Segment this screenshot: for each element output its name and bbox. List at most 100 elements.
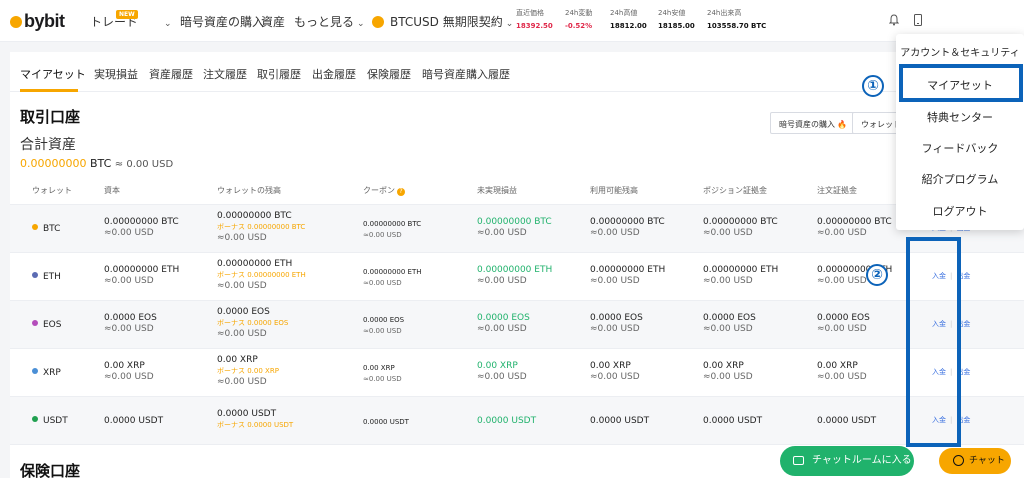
tab-order-history[interactable]: 注文履歴 — [203, 66, 247, 82]
menu-feedback[interactable]: フィードバック — [896, 140, 1024, 156]
info-icon[interactable]: ? — [397, 188, 405, 196]
upnl-usd: ≈0.00 USD — [477, 372, 527, 382]
new-badge: NEW — [116, 10, 138, 19]
highlight-deposit-column — [906, 237, 961, 447]
highlight-my-assets — [899, 64, 1023, 102]
coin-dot-icon — [32, 272, 38, 278]
insurance-account-title: 保険口座 — [20, 462, 81, 478]
available-cell: 0.0000 USDT — [590, 416, 649, 427]
tab-insurance-history[interactable]: 保険履歴 — [367, 66, 411, 82]
bonus-value: ボーナス 0.0000 USDT — [217, 421, 294, 429]
order-margin-cell: 0.0000 EOS ≈0.00 USD — [817, 313, 870, 335]
available-usd: ≈0.00 USD — [590, 324, 640, 334]
upnl-value: 0.0000 EOS — [477, 313, 530, 323]
coupon-value: 0.00000000 ETH — [363, 268, 422, 276]
available-cell: 0.00000000 BTC ≈0.00 USD — [590, 217, 665, 239]
order-margin-cell: 0.00000000 BTC ≈0.00 USD — [817, 217, 897, 239]
available-cell: 0.0000 EOS ≈0.00 USD — [590, 313, 643, 335]
nav-contract-selector[interactable]: BTCUSD 無期限契約 ⌄ — [372, 13, 513, 30]
bonus-value: ボーナス 0.00 XRP — [217, 367, 279, 375]
chevron-down-icon: ⌄ — [505, 19, 514, 29]
coin-name: ETH — [43, 272, 61, 282]
tab-crypto-purchase-history[interactable]: 暗号資産購入履歴 — [422, 66, 510, 82]
upnl-value: 0.00000000 BTC — [477, 217, 552, 227]
position-margin-usd: ≈0.00 USD — [703, 372, 753, 382]
ticker-label: 24h安値 — [658, 9, 686, 17]
position-margin-usd: ≈0.00 USD — [703, 276, 753, 286]
position-margin-usd: ≈0.00 USD — [703, 324, 753, 334]
mobile-device-icon[interactable] — [913, 14, 923, 26]
coupon-usd: ≈0.00 USD — [363, 375, 402, 383]
position-margin-value: 0.00 XRP — [703, 361, 744, 371]
col-coupon-label: クーポン — [363, 186, 395, 195]
coin-name: XRP — [43, 368, 61, 378]
col-available-balance: 利用可能残高 — [590, 186, 638, 195]
tab-realized-pnl[interactable]: 実現損益 — [94, 66, 138, 82]
position-margin-usd: ≈0.00 USD — [703, 228, 753, 238]
ticker-24h-change: 24h変動 -0.52% — [565, 8, 592, 30]
logo-mark-icon — [10, 16, 22, 28]
balance-cell: 0.00 XRP ボーナス 0.00 XRP ≈0.00 USD — [217, 355, 279, 388]
bybit-logo[interactable]: bybit — [10, 11, 65, 32]
tab-asset-history[interactable]: 資産履歴 — [149, 66, 193, 82]
buy-crypto-button[interactable]: 暗号資産の購入 🔥 — [770, 112, 856, 134]
upnl-usd: ≈0.00 USD — [477, 276, 527, 286]
equity-value: 0.00000000 BTC — [104, 217, 179, 227]
col-coupon: クーポン? — [363, 185, 405, 196]
coin-name: USDT — [43, 416, 68, 426]
menu-logout[interactable]: ログアウト — [896, 203, 1024, 219]
coupon-value: 0.0000 USDT — [363, 418, 409, 426]
ticker-24h-low: 24h安値 18185.00 — [658, 8, 695, 30]
upnl-cell: 0.0000 EOS ≈0.00 USD — [477, 313, 530, 335]
available-value: 0.0000 USDT — [590, 416, 650, 426]
menu-referral-program[interactable]: 紹介プログラム — [896, 171, 1024, 187]
bell-icon[interactable] — [889, 14, 899, 26]
tab-withdraw-history[interactable]: 出金履歴 — [312, 66, 356, 82]
tab-my-assets[interactable]: マイアセット — [20, 66, 86, 82]
balance-usd: ≈0.00 USD — [217, 281, 267, 291]
chevron-down-icon: ⌄ — [164, 19, 172, 29]
total-assets-label: 合計資産 — [20, 137, 76, 153]
equity-value: 0.0000 EOS — [104, 313, 157, 323]
nav-assets[interactable]: 資産 — [261, 13, 285, 30]
ticker-24h-high: 24h高値 18812.00 — [610, 8, 647, 30]
ticker-value: 18185.00 — [658, 22, 695, 30]
order-margin-usd: ≈0.00 USD — [817, 372, 867, 382]
ticker-value: 18392.50 — [516, 22, 553, 30]
balance-value: 0.0000 USDT — [217, 409, 277, 419]
col-unrealized-pnl: 未実現損益 — [477, 186, 517, 195]
available-cell: 0.00000000 ETH ≈0.00 USD — [590, 265, 665, 287]
balance-cell: 0.00000000 ETH ボーナス 0.00000000 ETH ≈0.00 U… — [217, 259, 306, 292]
chat-bubble-icon — [793, 456, 804, 465]
contract-label: BTCUSD 無期限契約 — [390, 15, 503, 29]
nav-more-label: もっと見る — [294, 15, 355, 29]
chat-label: チャット — [969, 456, 1005, 466]
available-usd: ≈0.00 USD — [590, 372, 640, 382]
buy-crypto-label: 暗号資産の購入 — [779, 120, 835, 129]
bonus-value: ボーナス 0.00000000 BTC — [217, 223, 306, 231]
balance-usd: ≈0.00 USD — [217, 233, 267, 243]
menu-account-security[interactable]: アカウント＆セキュリティ — [896, 44, 1024, 59]
enter-chat-room-button[interactable]: チャットルームに入る — [780, 446, 914, 476]
chat-button[interactable]: チャット — [939, 448, 1011, 474]
coin-name: EOS — [43, 320, 62, 330]
menu-rewards-center[interactable]: 特典センター — [896, 109, 1024, 125]
equity-value: 0.0000 USDT — [104, 416, 164, 426]
table-row: EOS 0.0000 EOS ≈0.00 USD 0.0000 EOS ボーナス 0… — [10, 301, 1024, 349]
upnl-usd: ≈0.00 USD — [477, 228, 527, 238]
nav-buy-crypto[interactable]: 暗号資産の購入 — [180, 13, 264, 30]
tab-trade-history[interactable]: 取引履歴 — [257, 66, 301, 82]
coupon-cell: 0.0000 EOS ≈0.00 USD — [363, 315, 404, 337]
position-margin-value: 0.0000 USDT — [703, 416, 763, 426]
nav-more[interactable]: もっと見る ⌄ — [294, 13, 365, 30]
equity-cell: 0.00 XRP ≈0.00 USD — [104, 361, 154, 383]
upnl-cell: 0.00 XRP ≈0.00 USD — [477, 361, 527, 383]
wallet-button[interactable]: ウォレット — [852, 112, 902, 134]
order-margin-usd: ≈0.00 USD — [817, 324, 867, 334]
coin-dot-icon — [32, 416, 38, 422]
balance-usd: ≈0.00 USD — [217, 329, 267, 339]
col-wallet: ウォレット — [32, 186, 72, 195]
equity-cell: 0.0000 USDT — [104, 416, 163, 427]
ticker-24h-volume: 24h出来高 103558.70 BTC — [707, 8, 766, 30]
equity-cell: 0.00000000 BTC ≈0.00 USD — [104, 217, 179, 239]
